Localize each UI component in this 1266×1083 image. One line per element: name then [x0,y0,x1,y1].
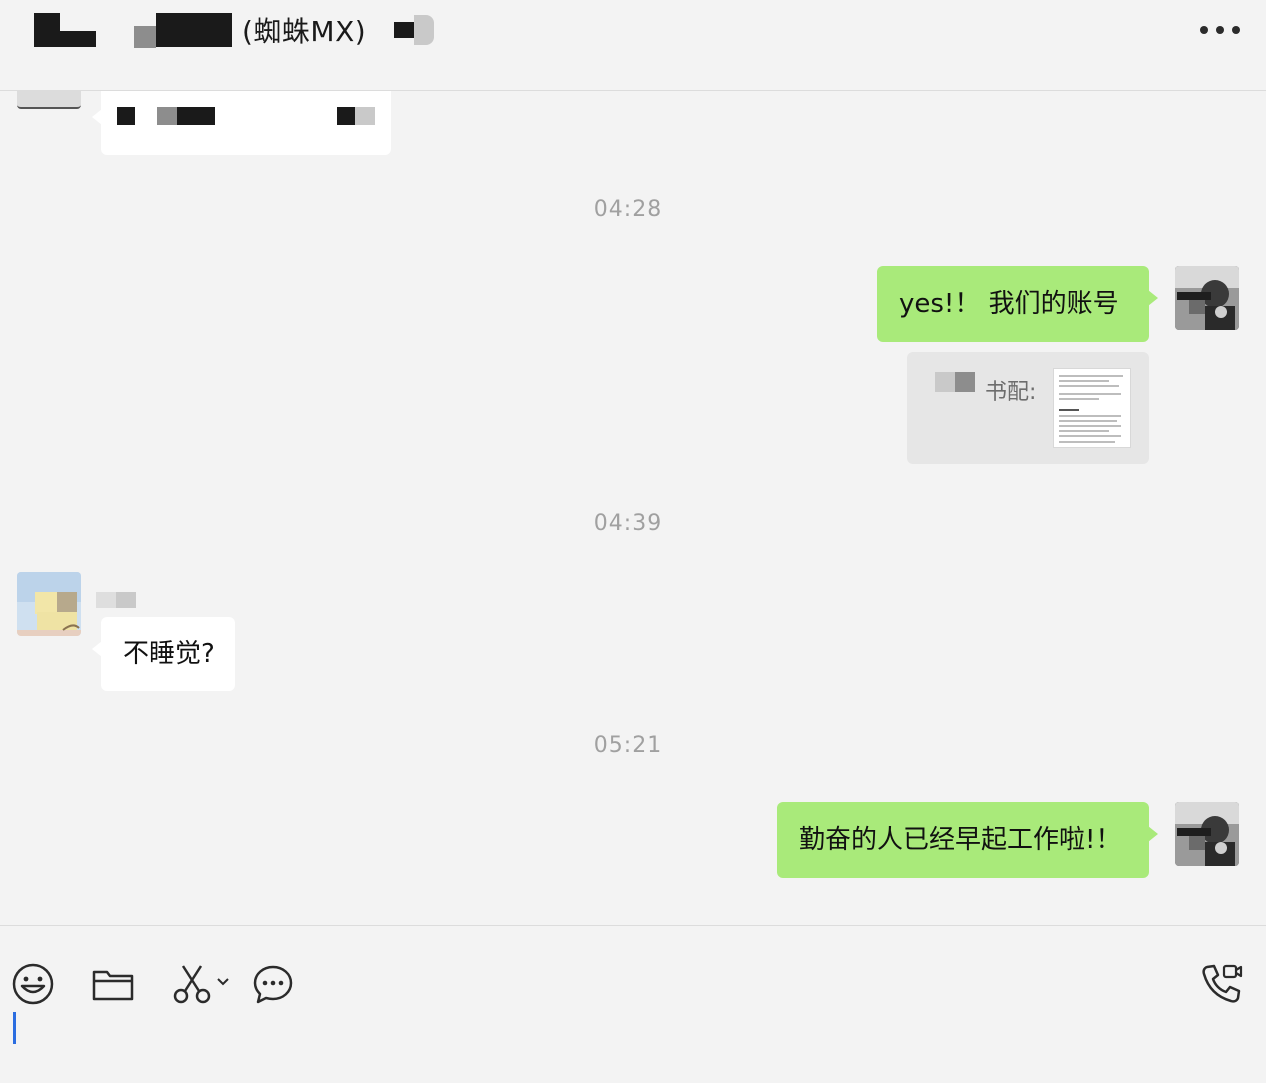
avatar-photo [1175,802,1239,866]
chat-title-suffix: (蜘蛛MX) [242,15,367,48]
redacted-name-block [60,31,96,47]
redacted-sender-name [116,592,136,608]
chat-title: (蜘蛛MX) [34,8,435,52]
message-list[interactable]: 04:28 yes!！ 我们的账号 书配: 04:39 不睡觉? 05:21 勤… [0,91,1266,924]
more-horizontal-icon [1200,26,1208,34]
avatar-photo [17,572,81,636]
redacted-name-block [156,13,232,47]
redacted-name-block [134,26,156,48]
quote-text: 书配: [985,380,1037,405]
redacted-content [337,107,355,125]
message-bubble-outgoing[interactable]: yes!！ 我们的账号 [877,266,1158,342]
text-cursor [13,1012,16,1044]
quoted-message[interactable]: 书配: [907,352,1149,464]
more-options-button[interactable] [1200,18,1240,42]
more-dot [1232,26,1240,34]
message-bubble-outgoing[interactable]: 勤奋的人已经早起工作啦!！ [777,802,1158,878]
message-input[interactable] [0,1000,1266,1082]
redacted-name-block [34,13,60,47]
message-timestamp: 04:39 [593,511,663,536]
redacted-content [157,107,177,125]
redacted-sender-name [96,592,116,608]
more-dot [1216,26,1224,34]
redacted-content [117,107,135,125]
redacted-name-block [414,15,435,45]
message-timestamp: 05:21 [593,733,663,758]
my-avatar[interactable] [1175,266,1239,330]
message-bubble-incoming[interactable]: 不睡觉? [92,617,235,691]
my-avatar[interactable] [1175,802,1239,866]
redacted-content [955,372,975,392]
redacted-content [177,107,215,125]
document-thumbnail[interactable] [1053,368,1131,448]
chat-header: (蜘蛛MX) [0,0,1266,91]
message-timestamp: 04:28 [593,197,663,222]
contact-avatar[interactable] [17,91,81,109]
contact-avatar[interactable] [17,572,81,636]
redacted-name-block [394,22,415,38]
message-bubble-incoming[interactable] [92,91,391,155]
redacted-content [355,107,375,125]
avatar-photo [1175,266,1239,330]
redacted-content [935,372,955,392]
